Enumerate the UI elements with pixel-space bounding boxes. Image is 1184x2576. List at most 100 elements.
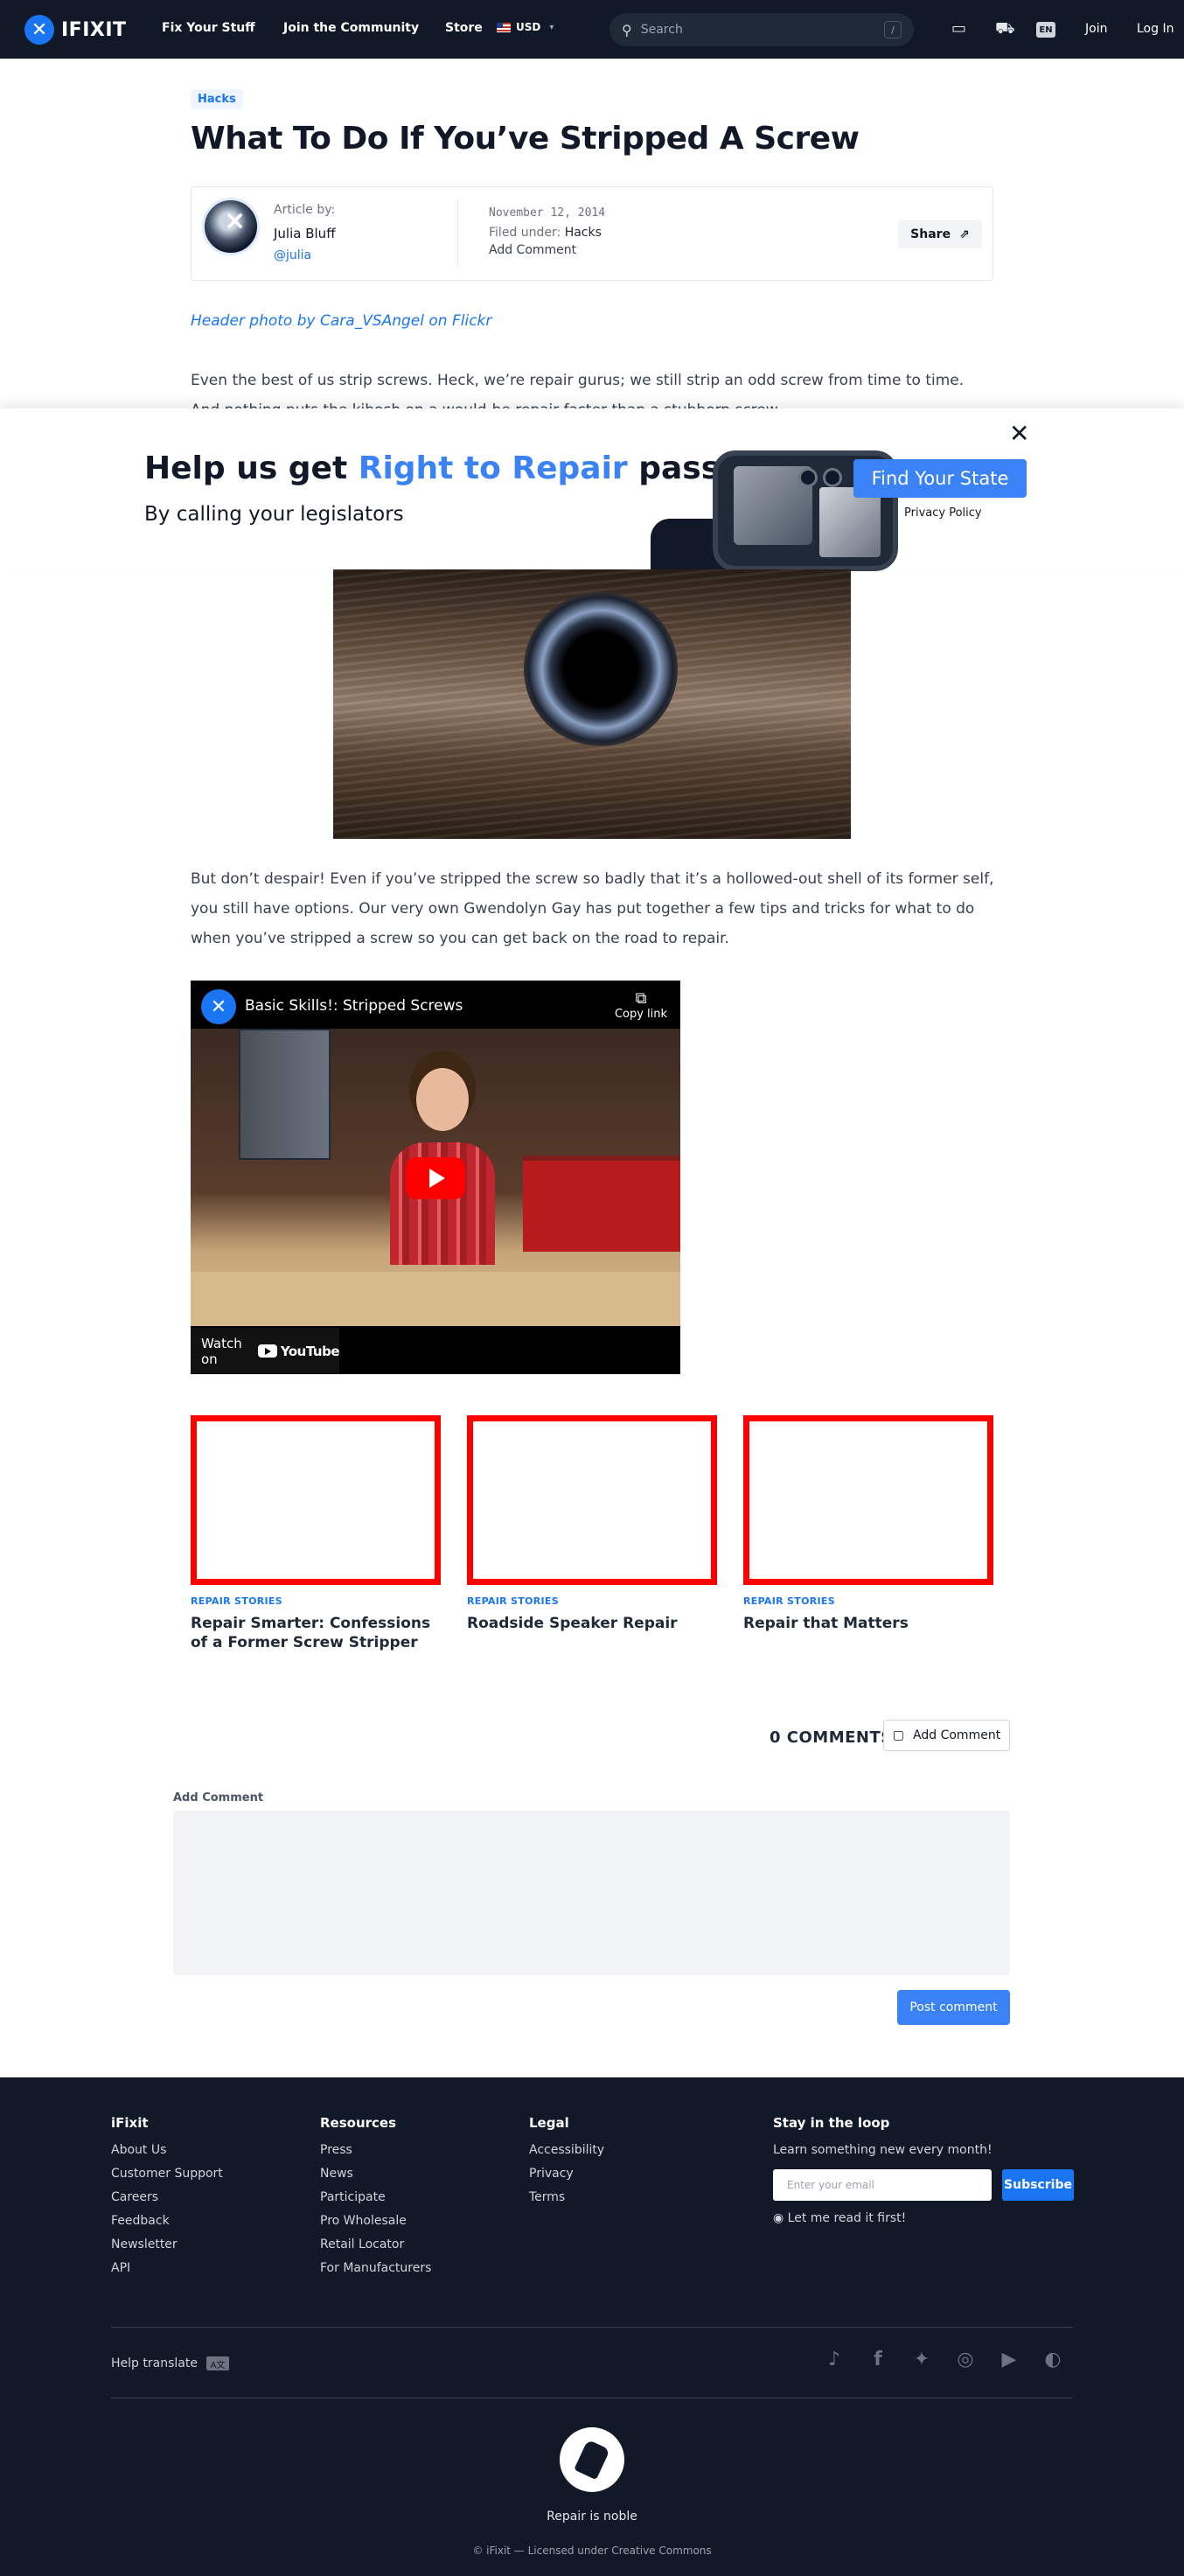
search-input[interactable] [640,23,884,37]
instagram-icon[interactable]: ◎ [953,2347,978,2371]
facebook-icon[interactable]: f [866,2347,890,2371]
footer-link[interactable]: About Us [111,2143,223,2157]
search-shortcut-hint: / [884,21,902,38]
comment-textarea[interactable] [173,1811,1010,1975]
presenter [390,1059,495,1265]
nav-link-store[interactable]: Store [445,21,483,35]
related-card[interactable]: REPAIR STORIES Roadside Speaker Repair [467,1415,717,1633]
related-card-title[interactable]: Repair that Matters [743,1614,993,1633]
cart-icon[interactable]: ⛟ [995,19,1015,40]
copy-link-button[interactable]: ⧉ Copy link [610,989,672,1021]
related-card[interactable]: REPAIR STORIES Repair that Matters [743,1415,993,1633]
play-button[interactable] [406,1157,465,1199]
footer-divider [111,2327,1073,2328]
footer-link[interactable]: For Manufacturers [320,2261,431,2275]
mastodon-icon[interactable]: ◐ [1041,2347,1065,2371]
youtube-wordmark: YouTube [280,1343,340,1359]
youtube-embed[interactable]: ✕ Basic Skills!: Stripped Screws ⧉ Copy … [191,981,680,1374]
help-translate-link[interactable]: Help translate A文 [111,2356,229,2370]
byline-card: Article by: Julia Bluff @julia November … [191,186,993,281]
filed-under-label: Filed under: [489,226,561,240]
add-comment-button[interactable]: ▢ Add Comment [883,1720,1010,1751]
ifixit-logo-icon: ✕ [24,15,54,45]
phone-camera-lens [798,468,818,487]
newsletter-form: Subscribe [773,2169,1074,2201]
comment-bubble-icon: ▢ [892,1728,905,1742]
privacy-policy-link[interactable]: Privacy Policy [904,506,982,520]
related-card-title[interactable]: Repair Smarter: Confessions of a Former … [191,1614,441,1652]
footer-link[interactable]: Customer Support [111,2167,223,2181]
right-to-repair-banner: ✕ Help us get Right to Repair passed By … [0,408,1184,571]
video-title[interactable]: Basic Skills!: Stripped Screws [245,997,463,1015]
toolbox-icon[interactable]: ▭ [951,19,966,38]
add-comment-label: Add Comment [173,1791,264,1805]
photo-credit-link[interactable]: Header photo by Cara_VSAngel on Flickr [191,312,491,330]
translate-icon: A文 [205,2356,229,2370]
related-card-thumbnail[interactable] [467,1415,717,1585]
find-your-state-button[interactable]: Find Your State [853,459,1027,498]
read-it-first-link[interactable]: ◉ Let me read it first! [773,2211,1074,2225]
related-card-thumbnail[interactable] [191,1415,441,1585]
share-label: Share [910,227,951,241]
footer-col-legal: Legal Accessibility Privacy Terms [529,2115,604,2214]
language-selector[interactable]: EN [1036,22,1055,38]
nav-link-join-community[interactable]: Join the Community [283,21,419,35]
article-paragraph-2: But don’t despair! Even if you’ve stripp… [191,870,994,947]
eye-icon: ◉ [773,2211,784,2225]
footer-link[interactable]: Terms [529,2190,604,2204]
category-tag[interactable]: Hacks [191,89,243,109]
comment-count: 0 COMMENTS [770,1728,893,1747]
repair-is-noble-fist-icon [560,2427,624,2492]
footer-link[interactable]: API [111,2261,223,2275]
join-link[interactable]: Join [1085,22,1107,36]
login-link[interactable]: Log In [1137,22,1174,36]
watch-on-youtube-button[interactable]: Watch on YouTube [191,1328,340,1374]
channel-avatar-icon[interactable]: ✕ [201,989,236,1024]
add-comment-button-label: Add Comment [913,1728,1001,1742]
email-field[interactable] [773,2169,992,2201]
external-link-icon: ⇗ [959,227,970,241]
youtube-icon[interactable]: ▶ [997,2347,1021,2371]
red-toolbox [523,1155,680,1252]
watch-on-label: Watch on [201,1335,242,1367]
related-card-kicker: REPAIR STORIES [743,1595,835,1607]
author-name: Julia Bluff [274,226,336,241]
footer-link[interactable]: Participate [320,2190,431,2204]
footer-link[interactable]: Retail Locator [320,2237,431,2251]
footer-link[interactable]: Privacy [529,2167,604,2181]
footer-link[interactable]: Press [320,2143,431,2157]
twitter-icon[interactable]: ✦ [909,2347,934,2371]
presenter-face [416,1068,469,1131]
footer-link[interactable]: News [320,2167,431,2181]
author-avatar[interactable] [202,198,260,255]
search-icon: ⚲ [622,21,632,38]
banner-heading-pre: Help us get [144,450,359,486]
footer-link[interactable]: Newsletter [111,2237,223,2251]
footer-link[interactable]: Careers [111,2190,223,2204]
related-card[interactable]: REPAIR STORIES Repair Smarter: Confessio… [191,1415,441,1652]
post-comment-button[interactable]: Post comment [897,1990,1010,2025]
banner-heading: Help us get Right to Repair passed [144,450,763,486]
share-button[interactable]: Share ⇗ [898,220,982,248]
related-card-thumbnail[interactable] [743,1415,993,1585]
social-links: ♪ f ✦ ◎ ▶ ◐ [822,2347,1065,2371]
tiktok-icon[interactable]: ♪ [822,2347,846,2371]
close-icon[interactable]: ✕ [1009,419,1029,448]
byline-label: Article by: [274,203,336,217]
ifixit-logo[interactable]: ✕ IFIXIT [24,15,127,45]
copy-icon: ⧉ [635,989,647,1008]
footer-link[interactable]: Accessibility [529,2143,604,2157]
related-card-title[interactable]: Roadside Speaker Repair [467,1614,717,1633]
top-navbar: ✕ IFIXIT Fix Your Stuff Join the Communi… [0,0,1184,59]
author-handle-link[interactable]: @julia [274,248,311,262]
currency-selector[interactable]: USD ▾ [497,21,554,33]
add-comment-link[interactable]: Add Comment [489,243,576,257]
footer-col-ifixit: iFixit About Us Customer Support Careers… [111,2115,223,2285]
footer-link[interactable]: Feedback [111,2214,223,2228]
filed-under-link[interactable]: Hacks [565,226,602,240]
footer-newsletter: Stay in the loop Learn something new eve… [773,2115,1074,2235]
subscribe-button[interactable]: Subscribe [1002,2169,1074,2201]
nav-link-fix-your-stuff[interactable]: Fix Your Stuff [162,21,255,35]
footer-link[interactable]: Pro Wholesale [320,2214,431,2228]
us-flag-icon [497,22,511,32]
